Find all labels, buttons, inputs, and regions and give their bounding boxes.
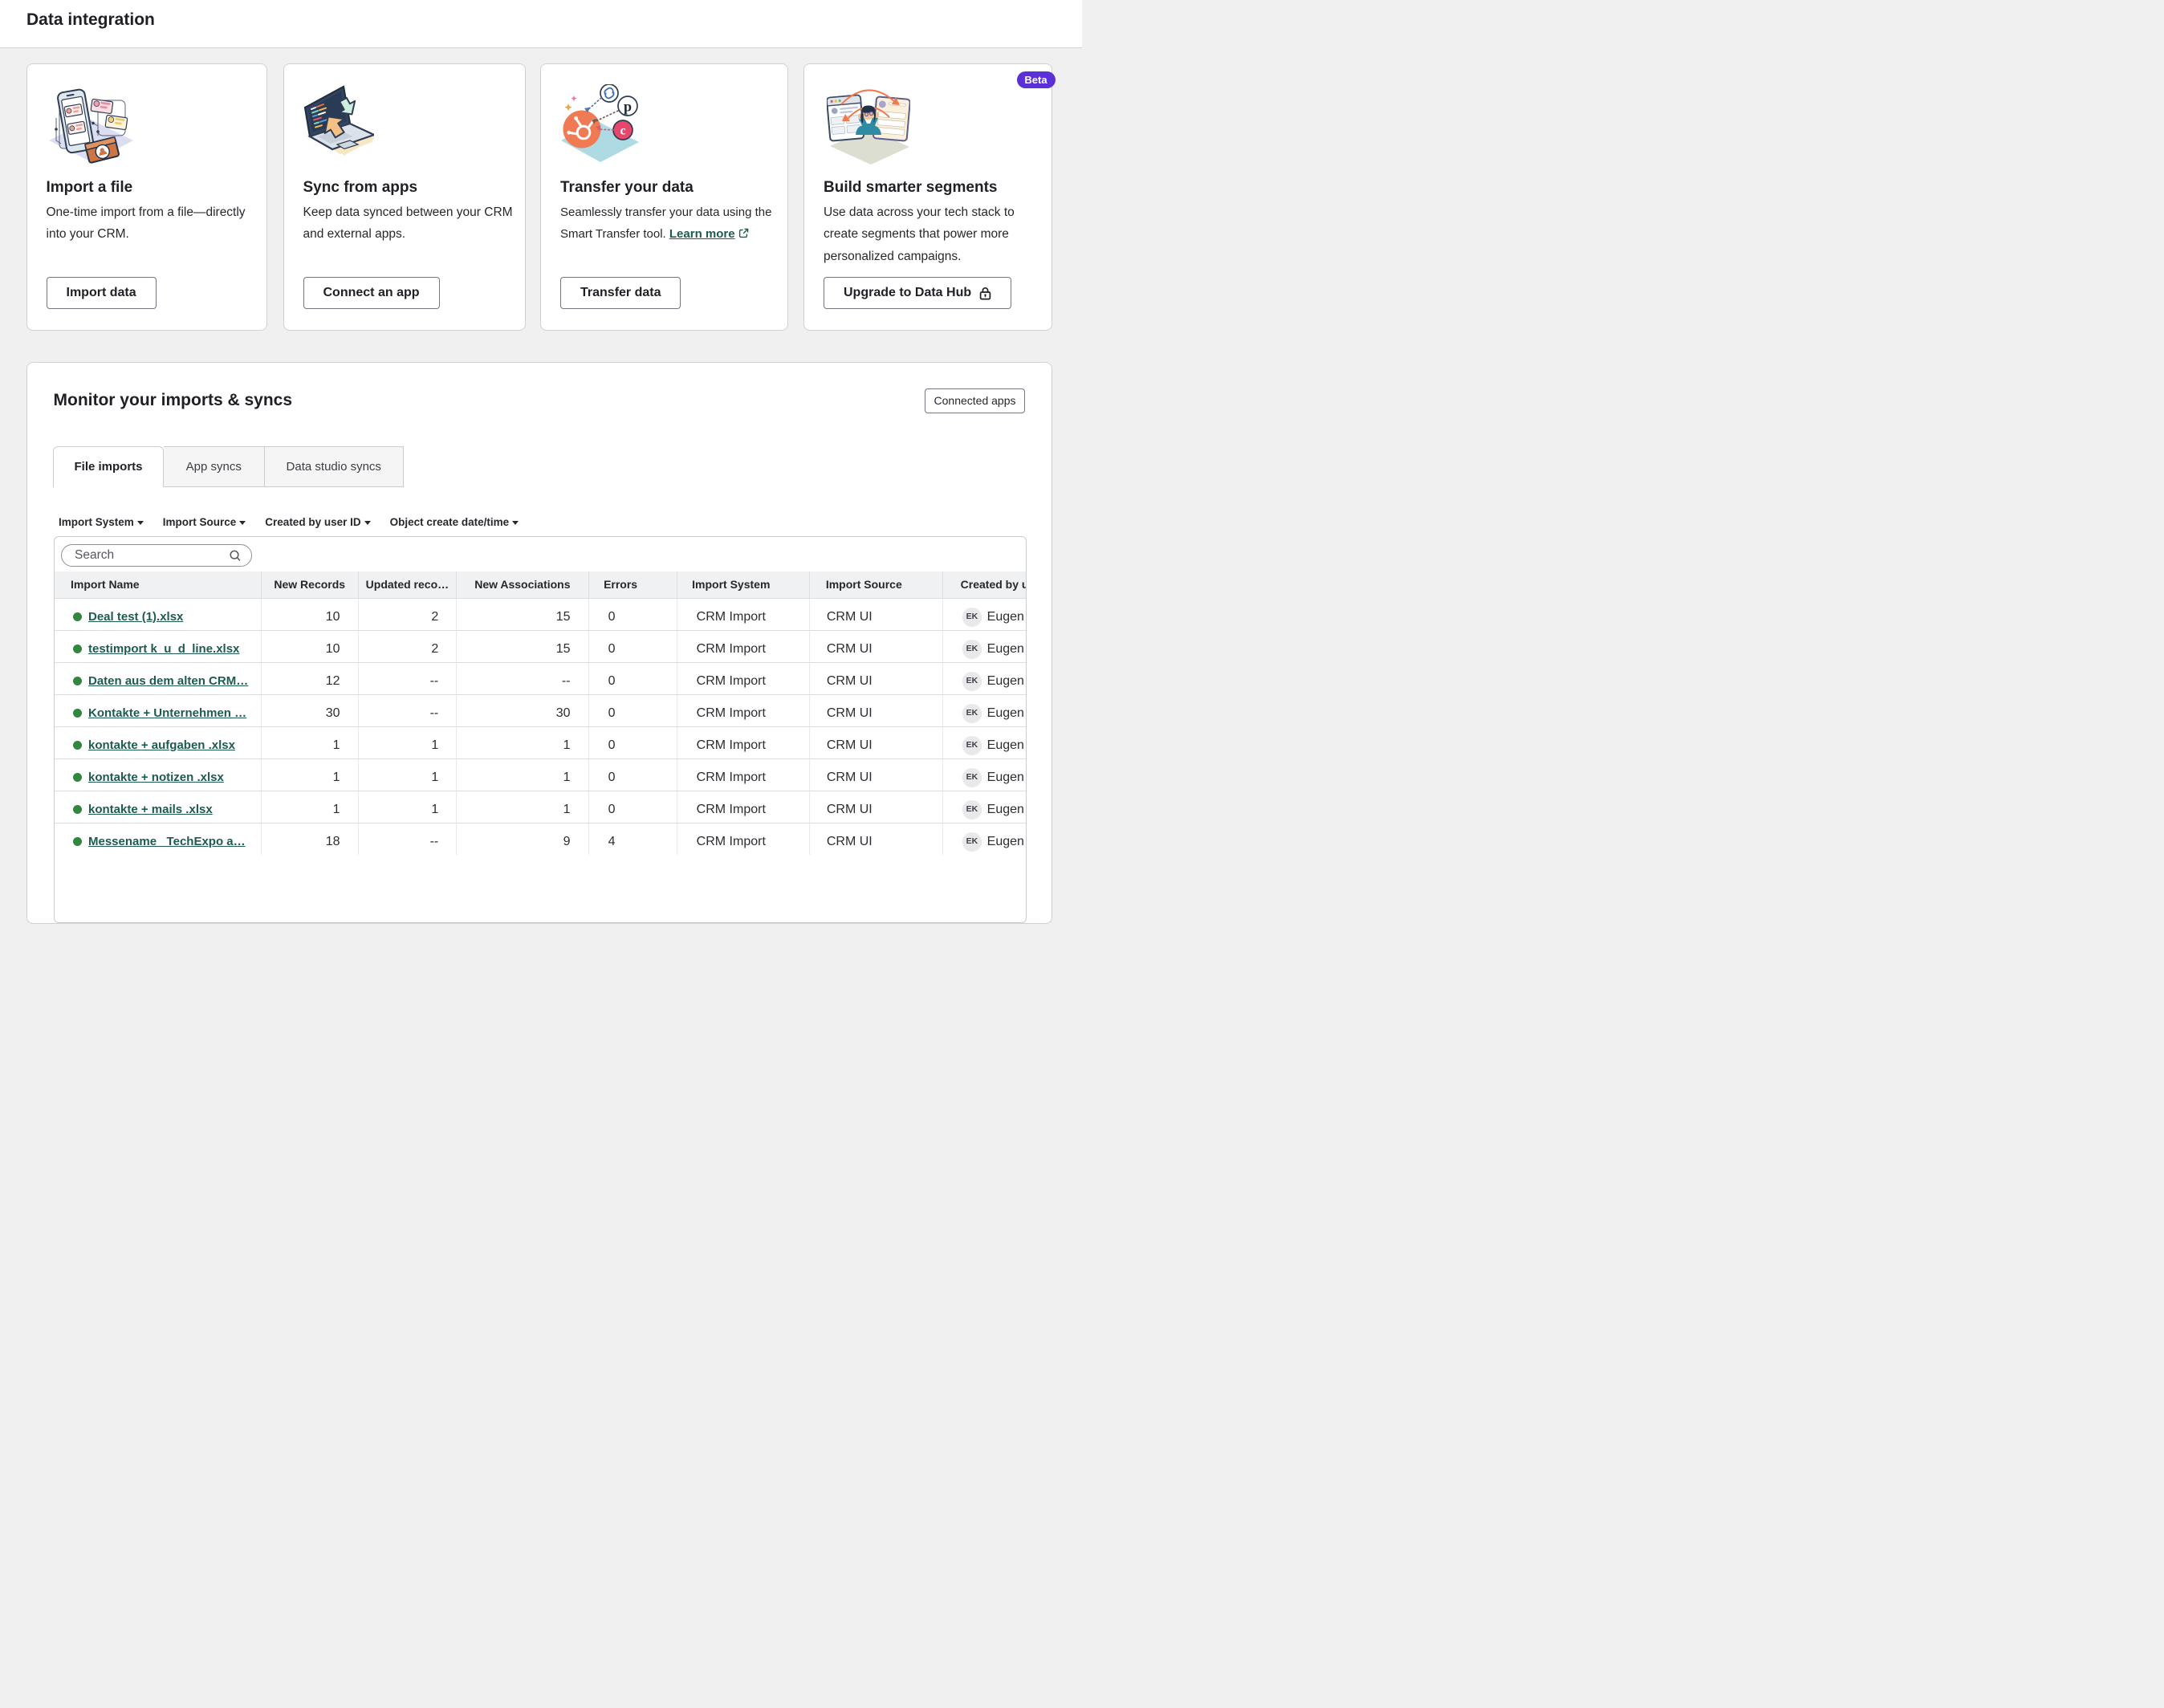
svg-text:p: p (624, 98, 632, 114)
svg-text:c: c (620, 124, 625, 137)
